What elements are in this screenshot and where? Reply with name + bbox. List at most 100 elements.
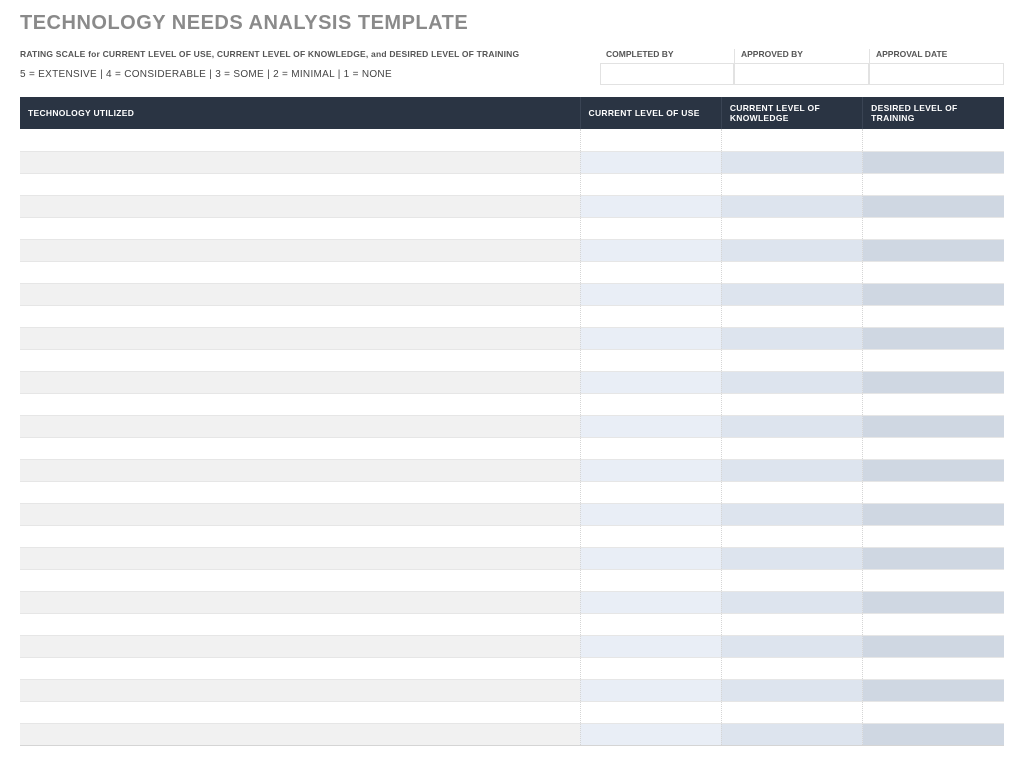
knowledge-input[interactable] [722, 724, 862, 745]
training-input[interactable] [863, 350, 1004, 371]
technology-input[interactable] [20, 680, 580, 701]
use-input[interactable] [581, 680, 721, 701]
technology-input[interactable] [20, 438, 580, 459]
completed-by-input[interactable] [600, 63, 734, 85]
knowledge-input[interactable] [722, 658, 862, 679]
knowledge-input[interactable] [722, 394, 862, 415]
training-input[interactable] [863, 218, 1004, 239]
use-input[interactable] [581, 526, 721, 547]
use-input[interactable] [581, 306, 721, 327]
training-input[interactable] [863, 548, 1004, 569]
technology-input[interactable] [20, 658, 580, 679]
knowledge-input[interactable] [722, 636, 862, 657]
use-input[interactable] [581, 240, 721, 261]
training-input[interactable] [863, 482, 1004, 503]
use-input[interactable] [581, 548, 721, 569]
training-input[interactable] [863, 174, 1004, 195]
knowledge-input[interactable] [722, 680, 862, 701]
technology-input[interactable] [20, 504, 580, 525]
technology-input[interactable] [20, 636, 580, 657]
technology-input[interactable] [20, 218, 580, 239]
knowledge-input[interactable] [722, 526, 862, 547]
knowledge-input[interactable] [722, 218, 862, 239]
training-input[interactable] [863, 636, 1004, 657]
training-input[interactable] [863, 526, 1004, 547]
technology-input[interactable] [20, 394, 580, 415]
training-input[interactable] [863, 570, 1004, 591]
technology-input[interactable] [20, 570, 580, 591]
technology-input[interactable] [20, 152, 580, 173]
training-input[interactable] [863, 262, 1004, 283]
technology-input[interactable] [20, 702, 580, 723]
use-input[interactable] [581, 152, 721, 173]
use-input[interactable] [581, 218, 721, 239]
training-input[interactable] [863, 460, 1004, 481]
training-input[interactable] [863, 658, 1004, 679]
knowledge-input[interactable] [722, 438, 862, 459]
knowledge-input[interactable] [722, 372, 862, 393]
use-input[interactable] [581, 702, 721, 723]
approved-by-input[interactable] [735, 63, 869, 85]
technology-input[interactable] [20, 548, 580, 569]
technology-input[interactable] [20, 328, 580, 349]
use-input[interactable] [581, 350, 721, 371]
knowledge-input[interactable] [722, 504, 862, 525]
knowledge-input[interactable] [722, 306, 862, 327]
knowledge-input[interactable] [722, 152, 862, 173]
use-input[interactable] [581, 262, 721, 283]
use-input[interactable] [581, 174, 721, 195]
use-input[interactable] [581, 636, 721, 657]
use-input[interactable] [581, 504, 721, 525]
training-input[interactable] [863, 592, 1004, 613]
technology-input[interactable] [20, 614, 580, 635]
knowledge-input[interactable] [722, 416, 862, 437]
training-input[interactable] [863, 724, 1004, 745]
knowledge-input[interactable] [722, 614, 862, 635]
knowledge-input[interactable] [722, 702, 862, 723]
knowledge-input[interactable] [722, 129, 862, 151]
technology-input[interactable] [20, 592, 580, 613]
training-input[interactable] [863, 240, 1004, 261]
training-input[interactable] [863, 284, 1004, 305]
knowledge-input[interactable] [722, 262, 862, 283]
training-input[interactable] [863, 504, 1004, 525]
technology-input[interactable] [20, 724, 580, 745]
use-input[interactable] [581, 438, 721, 459]
knowledge-input[interactable] [722, 174, 862, 195]
use-input[interactable] [581, 614, 721, 635]
technology-input[interactable] [20, 416, 580, 437]
training-input[interactable] [863, 394, 1004, 415]
knowledge-input[interactable] [722, 284, 862, 305]
training-input[interactable] [863, 614, 1004, 635]
technology-input[interactable] [20, 372, 580, 393]
knowledge-input[interactable] [722, 460, 862, 481]
training-input[interactable] [863, 680, 1004, 701]
use-input[interactable] [581, 724, 721, 745]
use-input[interactable] [581, 328, 721, 349]
technology-input[interactable] [20, 460, 580, 481]
technology-input[interactable] [20, 174, 580, 195]
training-input[interactable] [863, 438, 1004, 459]
knowledge-input[interactable] [722, 350, 862, 371]
use-input[interactable] [581, 196, 721, 217]
training-input[interactable] [863, 328, 1004, 349]
use-input[interactable] [581, 482, 721, 503]
knowledge-input[interactable] [722, 240, 862, 261]
technology-input[interactable] [20, 284, 580, 305]
training-input[interactable] [863, 152, 1004, 173]
approval-date-input[interactable] [870, 63, 1004, 85]
use-input[interactable] [581, 592, 721, 613]
technology-input[interactable] [20, 262, 580, 283]
training-input[interactable] [863, 196, 1004, 217]
technology-input[interactable] [20, 129, 580, 151]
knowledge-input[interactable] [722, 328, 862, 349]
use-input[interactable] [581, 372, 721, 393]
technology-input[interactable] [20, 526, 580, 547]
use-input[interactable] [581, 284, 721, 305]
training-input[interactable] [863, 702, 1004, 723]
knowledge-input[interactable] [722, 592, 862, 613]
technology-input[interactable] [20, 196, 580, 217]
technology-input[interactable] [20, 482, 580, 503]
use-input[interactable] [581, 416, 721, 437]
technology-input[interactable] [20, 240, 580, 261]
